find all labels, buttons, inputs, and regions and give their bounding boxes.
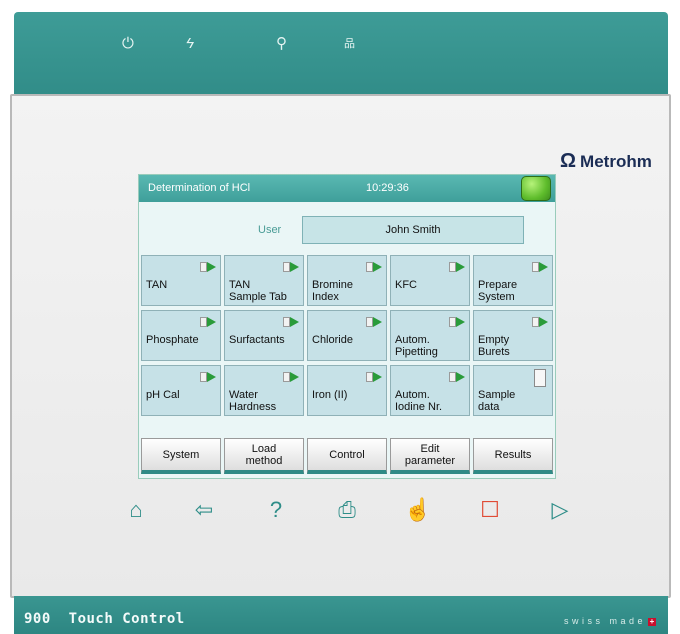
tile-water-hardness[interactable]: Water Hardness: [224, 365, 304, 416]
user-field[interactable]: John Smith: [302, 216, 524, 244]
clock-time: 10:29:36: [366, 182, 409, 194]
tile-label: Empty Burets: [478, 334, 510, 358]
back-arrow-icon: ⇦: [194, 497, 214, 522]
method-start-icon: [283, 315, 299, 329]
tile-label: Bromine Index: [312, 279, 353, 303]
tile-label: Sample data: [478, 389, 516, 413]
method-start-icon: [449, 315, 465, 329]
method-start-icon: [366, 370, 382, 384]
brand-logo: Ω Metrohm: [560, 150, 652, 173]
method-start-icon: [449, 370, 465, 384]
print-button[interactable]: ⎙: [333, 496, 361, 524]
edit-parameter-button[interactable]: Edit parameter: [390, 438, 470, 474]
tile-label: Autom. Iodine Nr.: [395, 389, 443, 413]
system-button[interactable]: System: [141, 438, 221, 474]
home-button[interactable]: ⌂: [122, 496, 150, 524]
stop-button[interactable]: ☐: [476, 496, 504, 524]
control-button[interactable]: Control: [307, 438, 387, 474]
tile-ph-cal[interactable]: pH Cal: [141, 365, 221, 416]
help-icon: ?: [269, 497, 283, 522]
hand-pointer-icon: ☝: [404, 497, 432, 522]
omega-icon: Ω: [560, 150, 577, 172]
stop-icon: ☐: [480, 497, 500, 522]
printer-icon: ⎙: [338, 497, 356, 522]
tile-iron-ii[interactable]: Iron (II): [307, 365, 387, 416]
tile-label: Iron (II): [312, 389, 348, 401]
swiss-cross-icon: +: [648, 617, 656, 626]
screen-title-bar: Determination of HCl 10:29:36: [139, 175, 555, 202]
status-indicator[interactable]: [521, 176, 551, 201]
results-button[interactable]: Results: [473, 438, 553, 474]
tile-kfc[interactable]: KFC: [390, 255, 470, 306]
start-button[interactable]: ▷: [546, 496, 574, 524]
swiss-made-label: swiss made +: [564, 616, 656, 626]
tile-label: Chloride: [312, 334, 353, 346]
method-start-icon: [366, 260, 382, 274]
tile-label: Surfactants: [229, 334, 285, 346]
tile-chloride[interactable]: Chloride: [307, 310, 387, 361]
screen-title: Determination of HCl: [148, 182, 251, 194]
tile-empty-burets[interactable]: Empty Burets: [473, 310, 553, 361]
brand-name: Metrohm: [580, 152, 652, 171]
tile-surfactants[interactable]: Surfactants: [224, 310, 304, 361]
method-start-icon: [366, 315, 382, 329]
method-start-icon: [200, 260, 216, 274]
tile-label: Water Hardness: [229, 389, 277, 413]
tile-bromine-index[interactable]: Bromine Index: [307, 255, 387, 306]
method-start-icon: [449, 260, 465, 274]
tile-autom-iodine-nr[interactable]: Autom. Iodine Nr.: [390, 365, 470, 416]
tile-label: KFC: [395, 279, 417, 291]
power-icon: ⏻: [122, 35, 134, 52]
tile-label: TAN Sample Tab: [229, 279, 287, 303]
tile-autom-pipetting[interactable]: Autom. Pipetting: [390, 310, 470, 361]
tile-prepare-system[interactable]: Prepare System: [473, 255, 553, 306]
touch-screen: Determination of HCl 10:29:36 User John …: [138, 174, 556, 479]
back-button[interactable]: ⇦: [190, 496, 218, 524]
method-start-icon: [200, 370, 216, 384]
tile-label: pH Cal: [146, 389, 180, 401]
home-icon: ⌂: [129, 497, 143, 522]
tile-phosphate[interactable]: Phosphate: [141, 310, 221, 361]
method-start-icon: [532, 260, 548, 274]
method-start-icon: [283, 370, 299, 384]
method-start-icon: [200, 315, 216, 329]
device-bottom-bar: 900 Touch Control swiss made +: [14, 596, 668, 634]
tile-tan[interactable]: TAN: [141, 255, 221, 306]
tile-tan-sample-tab[interactable]: TAN Sample Tab: [224, 255, 304, 306]
user-label: User: [258, 224, 282, 236]
document-icon: [534, 369, 546, 387]
network-icon: 品: [344, 38, 355, 50]
method-start-icon: [532, 315, 548, 329]
swiss-made-text: swiss made: [563, 616, 646, 626]
tile-label: Autom. Pipetting: [395, 334, 438, 358]
help-button[interactable]: ?: [262, 496, 290, 524]
tile-label: Prepare System: [478, 279, 518, 303]
usb-icon: ⚲: [276, 35, 287, 52]
model-label: 900 Touch Control: [24, 611, 185, 627]
lightning-icon: ϟ: [186, 35, 194, 52]
tile-label: Phosphate: [146, 334, 199, 346]
tile-sample-data[interactable]: Sample data: [473, 365, 553, 416]
manual-control-button[interactable]: ☝: [404, 496, 432, 524]
load-method-button[interactable]: Load method: [224, 438, 304, 474]
tile-label: TAN: [146, 279, 168, 291]
function-button-bar: System Load method Control Edit paramete…: [141, 438, 553, 474]
play-icon: ▷: [551, 497, 569, 522]
hardware-button-row: ⌂ ⇦ ? ⎙ ☝ ☐ ▷: [0, 496, 680, 530]
method-start-icon: [283, 260, 299, 274]
